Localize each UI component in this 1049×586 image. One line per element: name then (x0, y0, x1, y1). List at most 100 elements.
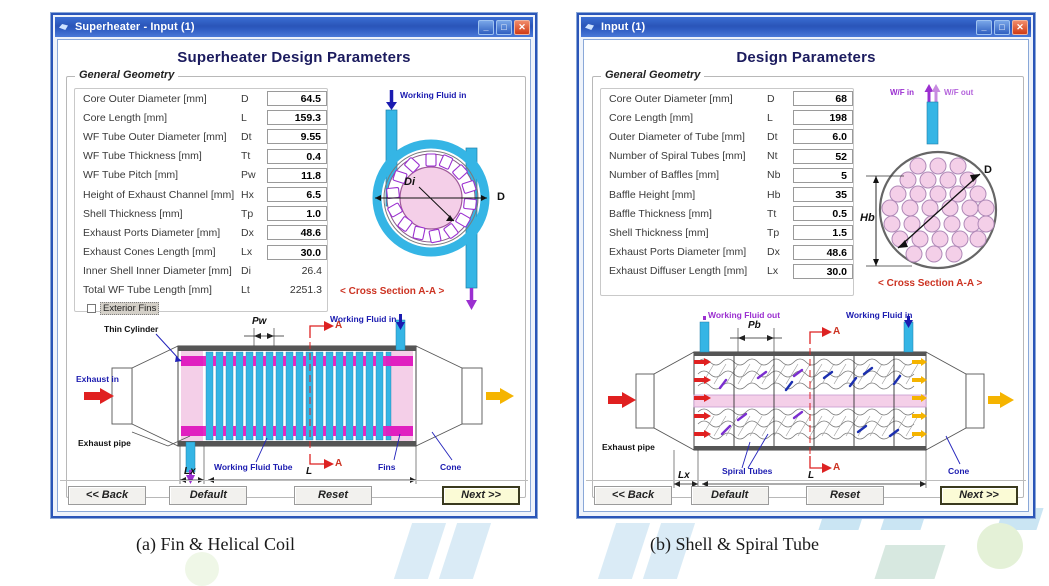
param-row: WF Tube Outer Diameter [mm] Dt 9.55 (75, 127, 327, 146)
button-bar-left: << Back Default Reset Next >> (60, 480, 528, 509)
window-frame-left: Superheater - Input (1) _ □ ✕ Superheate… (51, 13, 537, 518)
window-title-right: Input (1) (601, 21, 646, 33)
param-symbol: L (241, 111, 247, 124)
minimize-icon[interactable]: _ (976, 19, 992, 35)
param-label: Exhaust Diffuser Length [mm] (609, 265, 748, 278)
param-row: Inner Shell Inner Diameter [mm] Di 26.4 (75, 262, 327, 281)
param-label: WF Tube Thickness [mm] (83, 150, 202, 163)
param-symbol: L (767, 111, 773, 124)
next-button[interactable]: Next >> (442, 485, 521, 505)
label-cone-left: Cone (440, 462, 462, 472)
titlebar-left[interactable]: Superheater - Input (1) _ □ ✕ (55, 17, 533, 37)
reset-button[interactable]: Reset (294, 485, 372, 505)
label-section-a-bottom-left: A (335, 458, 343, 469)
back-button[interactable]: << Back (68, 485, 146, 505)
param-row: Exhaust Diffuser Length [mm] Lx 30.0 (601, 262, 853, 281)
param-row: Height of Exhaust Channel [mm] Hx 6.5 (75, 185, 327, 204)
label-working-fluid-in-cs-left: Working Fluid in (400, 90, 467, 100)
close-icon[interactable]: ✕ (514, 19, 530, 35)
param-readonly-value: 2251.3 (289, 283, 322, 296)
label-inner-diameter-di-left: Di (404, 176, 415, 188)
default-button[interactable]: Default (169, 485, 248, 505)
param-row: Exhaust Cones Length [mm] Lx 30.0 (75, 243, 327, 262)
param-label: Height of Exhaust Channel [mm] (83, 188, 235, 201)
param-label: Core Length [mm] (609, 111, 694, 124)
param-input[interactable]: 64.5 (267, 91, 327, 107)
param-input[interactable]: 9.55 (267, 129, 327, 145)
button-bar-right: << Back Default Reset Next >> (586, 480, 1026, 509)
param-input[interactable]: 35 (793, 187, 853, 203)
param-input[interactable]: 198 (793, 110, 853, 126)
param-symbol: Tp (767, 226, 780, 239)
back-button[interactable]: << Back (594, 485, 672, 505)
maximize-icon[interactable]: □ (994, 19, 1010, 35)
label-wf-out-cs-right: W/F out (944, 88, 974, 97)
param-input[interactable]: 5 (793, 167, 853, 183)
caption-b: (b) Shell & Spiral Tube (650, 534, 820, 554)
param-label: Core Outer Diameter [mm] (83, 92, 207, 105)
param-input[interactable]: 68 (793, 91, 853, 107)
window-superheater-input[interactable]: Superheater - Input (1) _ □ ✕ Superheate… (50, 12, 538, 519)
window-title-left: Superheater - Input (1) (75, 21, 195, 33)
param-label: Outer Diameter of Tube [mm] (609, 130, 745, 143)
param-input[interactable]: 0.4 (267, 148, 327, 164)
next-button[interactable]: Next >> (939, 485, 1018, 505)
param-label: Exhaust Cones Length [mm] (83, 246, 216, 259)
param-input[interactable]: 0.5 (793, 206, 853, 222)
param-input[interactable]: 11.8 (267, 167, 327, 183)
app-icon (584, 21, 596, 33)
param-input[interactable]: 6.5 (267, 187, 327, 203)
param-symbol: Nt (767, 150, 778, 163)
param-label: Exhaust Ports Diameter [mm] (83, 226, 221, 239)
param-input[interactable]: 6.0 (793, 129, 853, 145)
param-row: Core Outer Diameter [mm] D 64.5 (75, 89, 327, 108)
param-label: Baffle Height [mm] (609, 188, 696, 201)
param-row: Core Outer Diameter [mm] D 68 (601, 89, 853, 108)
param-input[interactable]: 52 (793, 148, 853, 164)
param-input[interactable]: 1.0 (267, 206, 327, 222)
label-wf-in-cs-right: W/F in (890, 88, 914, 97)
param-symbol: Lx (241, 246, 253, 259)
label-thin-cylinder: Thin Cylinder (104, 324, 159, 334)
param-label: Total WF Tube Length [mm] (83, 284, 212, 297)
figure-root: Superheater - Input (1) _ □ ✕ Superheate… (0, 0, 1049, 586)
window-input[interactable]: Input (1) _ □ ✕ Design Parameters Genera… (576, 12, 1036, 519)
param-symbol: Hb (767, 188, 781, 201)
reset-button[interactable]: Reset (805, 485, 884, 505)
param-label: Core Length [mm] (83, 111, 168, 124)
label-spiral-tubes: Spiral Tubes (722, 466, 773, 476)
label-working-fluid-tube: Working Fluid Tube (214, 462, 293, 472)
param-row: Exhaust Ports Diameter [mm] Dx 48.6 (75, 223, 327, 242)
label-pitch-pw: Pw (252, 316, 267, 327)
label-working-fluid-in-main-right: Working Fluid in (846, 310, 913, 320)
param-input[interactable]: 48.6 (793, 244, 853, 260)
param-row: Exhaust Ports Diameter [mm] Dx 48.6 (601, 243, 853, 262)
param-input[interactable]: 159.3 (267, 110, 327, 126)
param-input[interactable]: 48.6 (267, 225, 327, 241)
param-row: Core Length [mm] L 159.3 (75, 108, 327, 127)
maximize-icon[interactable]: □ (496, 19, 512, 35)
close-icon[interactable]: ✕ (1012, 19, 1028, 35)
param-symbol: Lx (767, 265, 779, 278)
label-diameter-d-left: D (497, 191, 505, 203)
param-input[interactable]: 30.0 (267, 244, 327, 260)
param-readonly-value: 26.4 (301, 264, 322, 277)
label-exhaust-pipe: Exhaust pipe (78, 438, 131, 448)
param-row: Shell Thickness [mm] Tp 1.0 (75, 204, 327, 223)
minimize-icon[interactable]: _ (478, 19, 494, 35)
param-input[interactable]: 30.0 (793, 263, 853, 279)
titlebar-right[interactable]: Input (1) _ □ ✕ (581, 17, 1031, 37)
param-symbol: Dx (767, 246, 780, 259)
page-title-right: Design Parameters (736, 49, 876, 66)
param-symbol: Pw (241, 169, 256, 182)
param-symbol: Hx (241, 188, 254, 201)
param-row: Number of Spiral Tubes [mm] Nt 52 (601, 147, 853, 166)
param-label: Number of Spiral Tubes [mm] (609, 150, 746, 163)
param-label: Core Outer Diameter [mm] (609, 92, 733, 105)
label-lx-left: Lx (184, 466, 196, 477)
window-body-right: Design Parameters General Geometry Core … (583, 39, 1029, 512)
param-label: WF Tube Pitch [mm] (83, 169, 179, 182)
default-button[interactable]: Default (690, 485, 769, 505)
param-input[interactable]: 1.5 (793, 225, 853, 241)
param-symbol: Nb (767, 169, 781, 182)
